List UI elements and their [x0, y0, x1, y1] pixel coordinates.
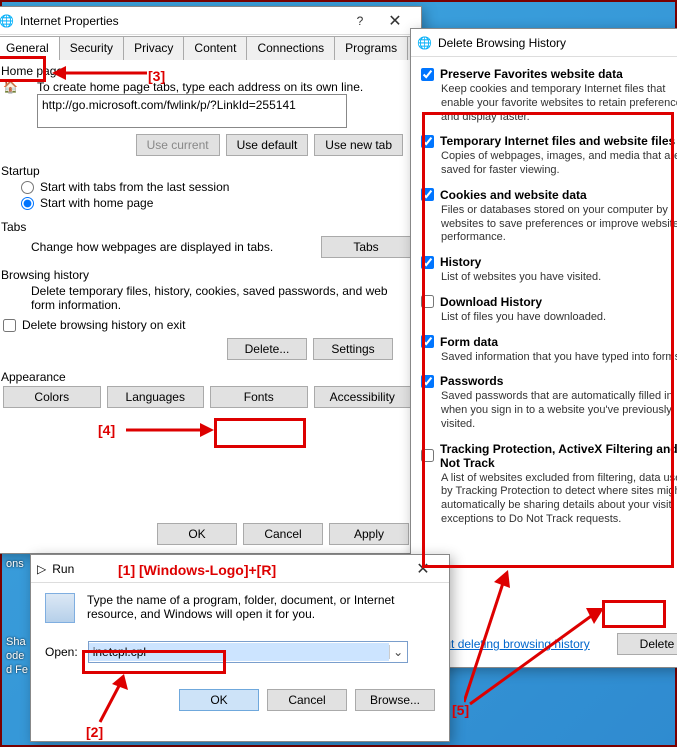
close-button[interactable]: ✕	[375, 11, 415, 31]
option-desc: Keep cookies and temporary Internet file…	[441, 83, 677, 124]
delete-confirm-button[interactable]: Delete	[617, 633, 677, 655]
delhist-option-7[interactable]: Tracking Protection, ActiveX Filtering a…	[421, 442, 677, 470]
browse-button[interactable]: Browse...	[355, 689, 435, 711]
delhist-option-6[interactable]: Passwords	[421, 374, 677, 388]
cancel-button[interactable]: Cancel	[267, 689, 347, 711]
apply-button[interactable]: Apply	[329, 523, 409, 545]
tab-privacy[interactable]: Privacy	[123, 36, 184, 60]
run-hint: Type the name of a program, folder, docu…	[87, 593, 435, 623]
homepage-hint: To create home page tabs, type each addr…	[37, 80, 363, 94]
delete-on-exit-checkbox[interactable]: Delete browsing history on exit	[3, 318, 411, 332]
globe-icon: 🌐	[0, 14, 14, 28]
globe-icon: 🌐	[417, 36, 432, 50]
internet-properties-window: 🌐 Internet Properties ? ✕ General Securi…	[0, 6, 422, 554]
delhist-option-5[interactable]: Form data	[421, 335, 677, 349]
option-desc: Saved passwords that are automatically f…	[441, 390, 677, 431]
browsing-history-hint: Delete temporary files, history, cookies…	[31, 284, 411, 312]
window-title: Delete Browsing History	[438, 36, 566, 50]
colors-button[interactable]: Colors	[3, 386, 101, 408]
delhist-option-1[interactable]: Temporary Internet files and website fil…	[421, 134, 677, 148]
cancel-button[interactable]: Cancel	[243, 523, 323, 545]
delhist-option-4[interactable]: Download History	[421, 295, 677, 309]
option-label: History	[440, 255, 481, 269]
languages-button[interactable]: Languages	[107, 386, 205, 408]
option-desc: List of files you have downloaded.	[441, 311, 677, 325]
delhist-option-2[interactable]: Cookies and website data	[421, 188, 677, 202]
option-label: Passwords	[440, 374, 503, 388]
titlebar: ▷ Run ✕	[31, 555, 449, 583]
run-title-icon: ▷	[37, 562, 46, 576]
ok-button[interactable]: OK	[179, 689, 259, 711]
chevron-down-icon[interactable]: ⌄	[389, 645, 407, 659]
use-new-tab-button[interactable]: Use new tab	[314, 134, 403, 156]
homepage-label: Home page	[0, 60, 421, 78]
tabs-button[interactable]: Tabs	[321, 236, 411, 258]
option-desc: Copies of webpages, images, and media th…	[441, 150, 677, 178]
tab-programs[interactable]: Programs	[334, 36, 408, 60]
titlebar: 🌐 Internet Properties ? ✕	[0, 7, 421, 35]
tab-strip: General Security Privacy Content Connect…	[0, 35, 421, 60]
option-label: Form data	[440, 335, 498, 349]
open-input[interactable]	[89, 643, 389, 661]
titlebar: 🌐 Delete Browsing History	[411, 29, 677, 57]
fonts-button[interactable]: Fonts	[210, 386, 308, 408]
homepage-input[interactable]	[37, 94, 347, 128]
option-label: Cookies and website data	[440, 188, 587, 202]
close-button[interactable]: ✕	[403, 559, 443, 579]
run-icon	[45, 593, 75, 623]
annotation-5: [5]	[452, 702, 469, 718]
option-desc: Files or databases stored on your comput…	[441, 204, 677, 245]
use-current-button: Use current	[136, 134, 220, 156]
startup-home-page-radio[interactable]: Start with home page	[21, 196, 411, 210]
tabs-hint: Change how webpages are displayed in tab…	[31, 240, 273, 254]
appearance-label: Appearance	[0, 366, 421, 384]
accessibility-button[interactable]: Accessibility	[314, 386, 412, 408]
option-desc: Saved information that you have typed in…	[441, 351, 677, 365]
desktop-label: d Fe	[6, 664, 28, 676]
desktop-label: Sha	[6, 636, 26, 648]
help-button[interactable]: ?	[345, 14, 375, 28]
desktop-label: ons	[6, 558, 24, 570]
delhist-option-3[interactable]: History	[421, 255, 677, 269]
home-icon: 🏠	[3, 80, 31, 108]
option-desc: A list of websites excluded from filteri…	[441, 472, 677, 527]
browsing-history-label: Browsing history	[0, 264, 421, 282]
desktop-label: ode	[6, 650, 24, 662]
run-dialog: ▷ Run ✕ Type the name of a program, fold…	[30, 554, 450, 742]
tabs-label: Tabs	[0, 216, 421, 234]
window-title: Run	[52, 562, 74, 576]
option-label: Download History	[440, 295, 542, 309]
option-label: Tracking Protection, ActiveX Filtering a…	[440, 442, 677, 470]
ok-button[interactable]: OK	[157, 523, 237, 545]
tab-general[interactable]: General	[0, 36, 60, 60]
tab-content[interactable]: Content	[183, 36, 247, 60]
delhist-option-0[interactable]: Preserve Favorites website data	[421, 67, 677, 81]
option-desc: List of websites you have visited.	[441, 271, 677, 285]
open-combobox[interactable]: ⌄	[88, 641, 408, 663]
tab-security[interactable]: Security	[59, 36, 124, 60]
delete-browsing-history-window: 🌐 Delete Browsing History Preserve Favor…	[410, 28, 677, 668]
window-title: Internet Properties	[20, 14, 119, 28]
option-label: Preserve Favorites website data	[440, 67, 623, 81]
option-label: Temporary Internet files and website fil…	[440, 134, 675, 148]
use-default-button[interactable]: Use default	[226, 134, 309, 156]
open-label: Open:	[45, 645, 78, 659]
delete-button[interactable]: Delete...	[227, 338, 307, 360]
startup-label: Startup	[0, 160, 421, 178]
startup-last-session-radio[interactable]: Start with tabs from the last session	[21, 180, 411, 194]
settings-button[interactable]: Settings	[313, 338, 393, 360]
tab-connections[interactable]: Connections	[246, 36, 335, 60]
